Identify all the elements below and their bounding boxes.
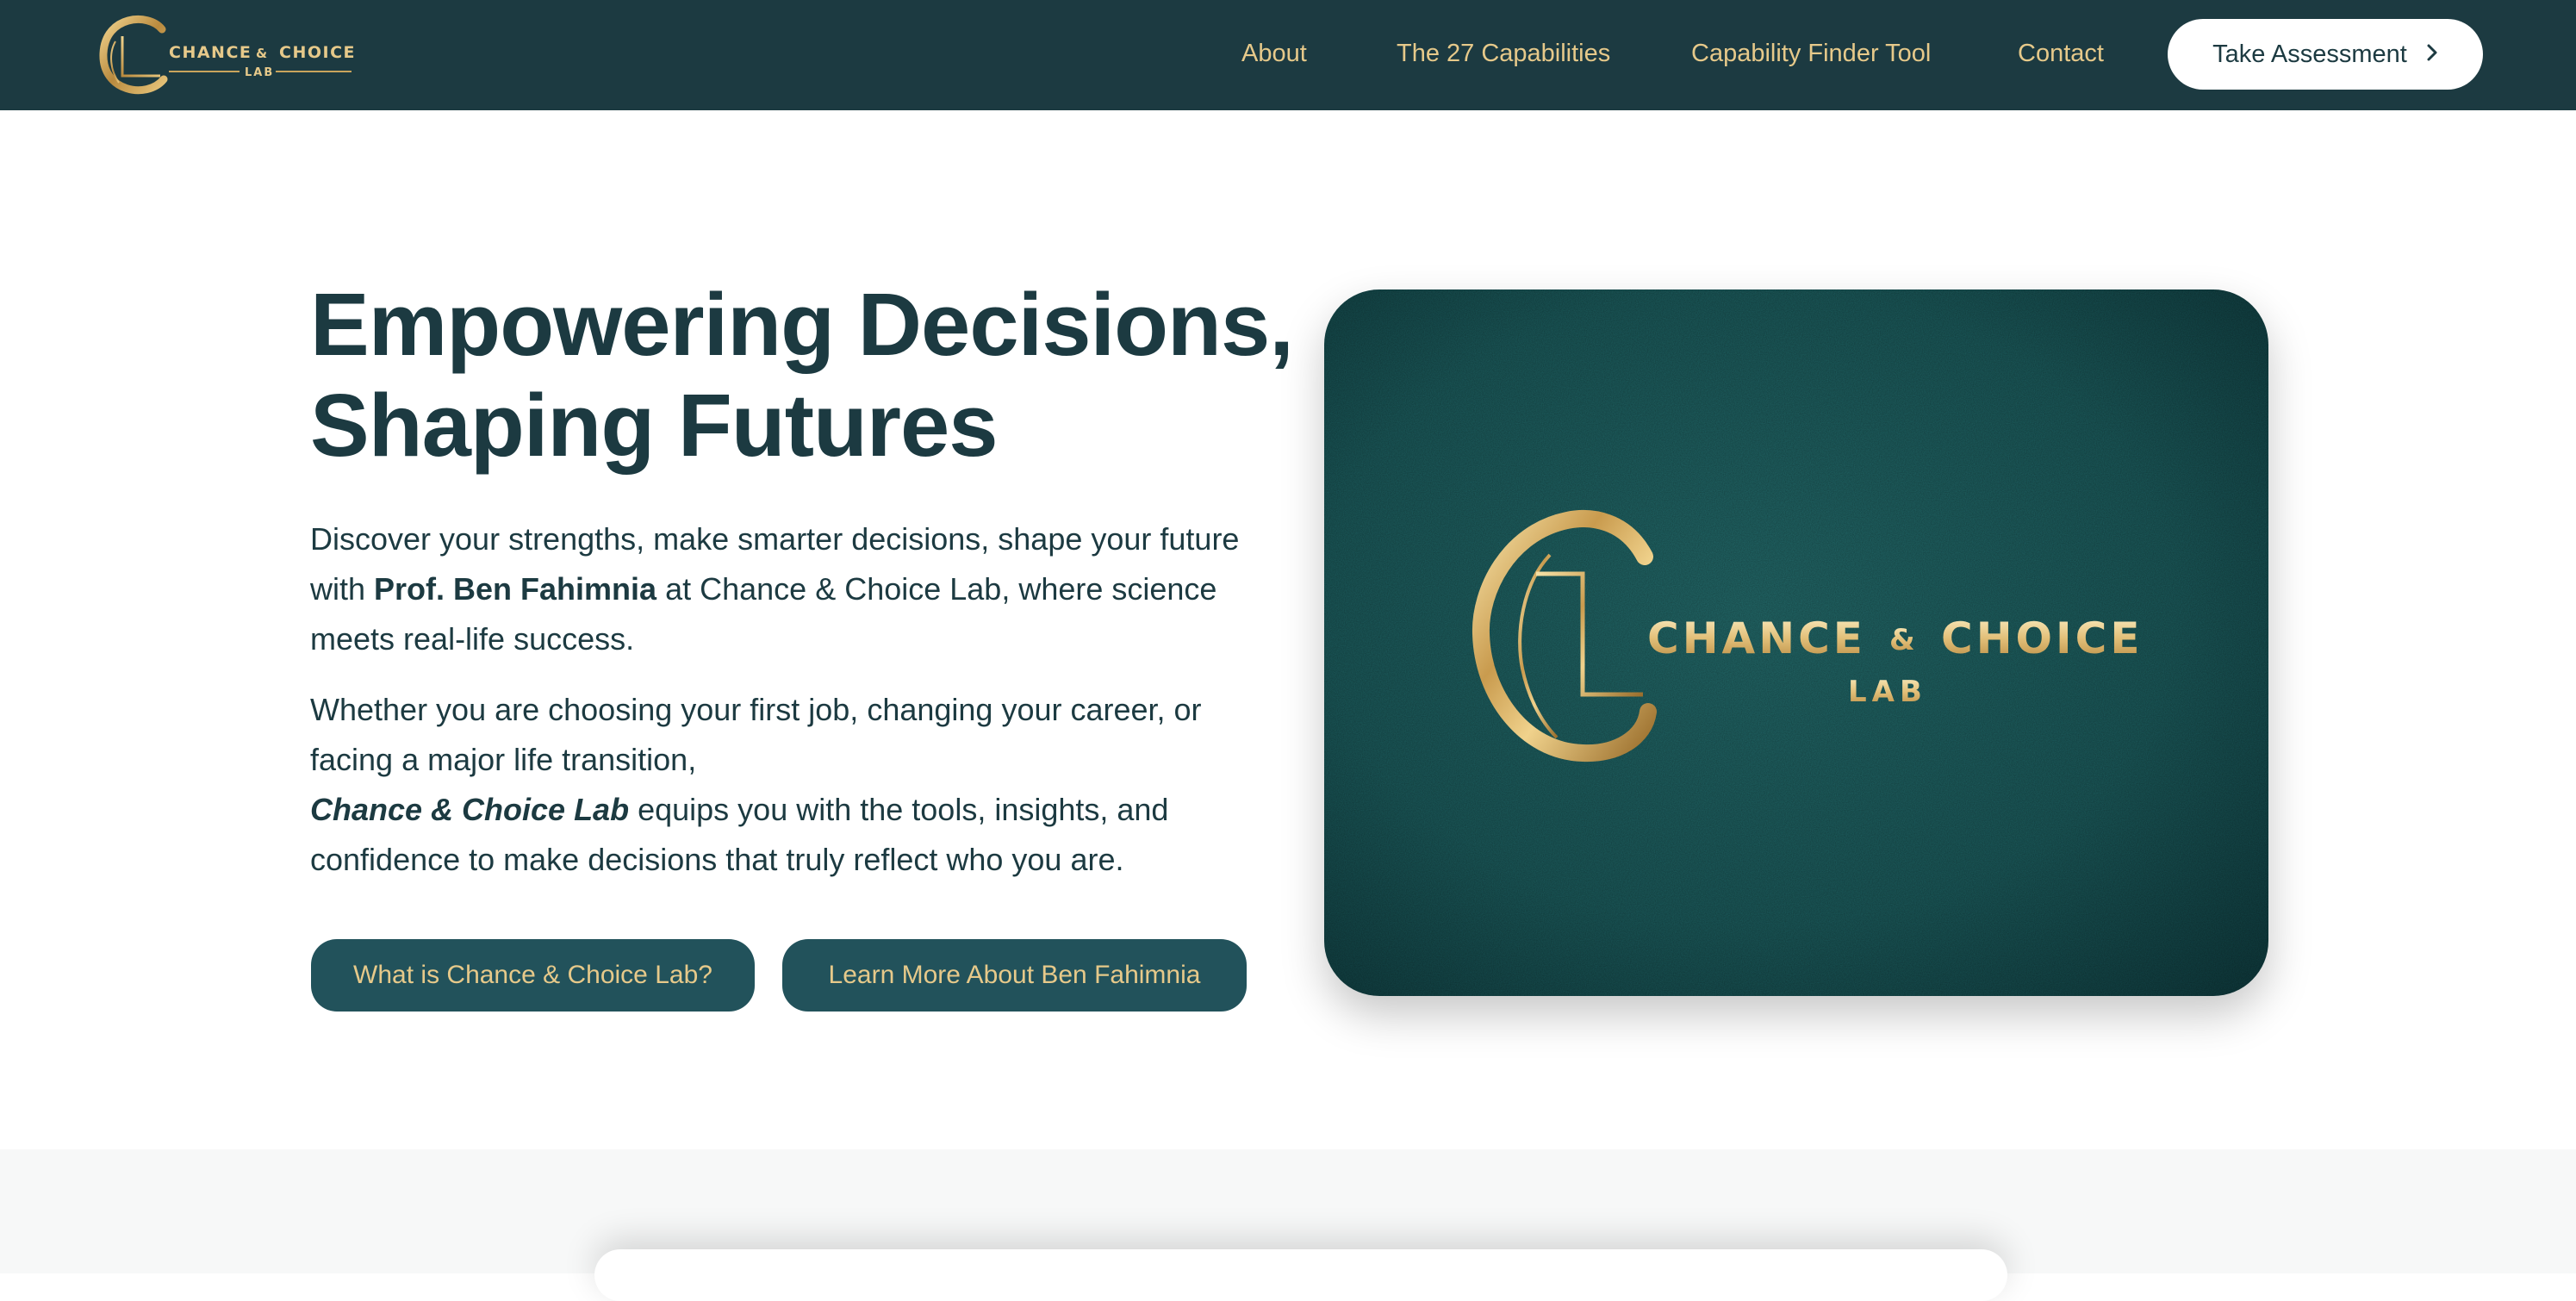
- hero-title-line2: Shaping Futures: [310, 376, 999, 475]
- chevron-right-icon: [2426, 40, 2438, 69]
- image-logo-amp: &: [1889, 623, 1915, 657]
- hero-title: Empowering Decisions, Shaping Futures: [310, 274, 1294, 476]
- hero-logo-image: CHANCE & CHOICE LAB: [1324, 289, 2268, 996]
- take-assessment-label: Take Assessment: [2212, 40, 2407, 68]
- learn-more-ben-button[interactable]: Learn More About Ben Fahimnia: [782, 939, 1247, 1012]
- hero-title-line1: Empowering Decisions,: [310, 275, 1294, 374]
- image-logo-left: CHANCE: [1647, 613, 1866, 663]
- nav-capability-finder[interactable]: Capability Finder Tool: [1691, 34, 1931, 72]
- image-logo-right: CHOICE: [1941, 613, 2144, 663]
- hero-secondary-paragraph: Whether you are choosing your first job,…: [310, 685, 1275, 885]
- intro-professor-name: Prof. Ben Fahimnia: [374, 571, 657, 607]
- what-is-lab-button[interactable]: What is Chance & Choice Lab?: [311, 939, 755, 1012]
- hero-intro-paragraph: Discover your strengths, make smarter de…: [310, 514, 1275, 664]
- secondary-brand-name: Chance & Choice Lab: [310, 792, 630, 827]
- nav-contact[interactable]: Contact: [2018, 34, 2104, 72]
- site-header: CHANCE & CHOICE LAB About The 27 Capabil…: [0, 0, 2576, 110]
- image-logo-sub: LAB: [1848, 675, 1927, 709]
- secondary-text-line: Whether you are choosing your first job,…: [310, 692, 1202, 777]
- next-section-card: [594, 1249, 2007, 1301]
- nav-capabilities[interactable]: The 27 Capabilities: [1397, 34, 1610, 72]
- nav-about[interactable]: About: [1241, 34, 1307, 72]
- take-assessment-button[interactable]: Take Assessment: [2168, 19, 2483, 90]
